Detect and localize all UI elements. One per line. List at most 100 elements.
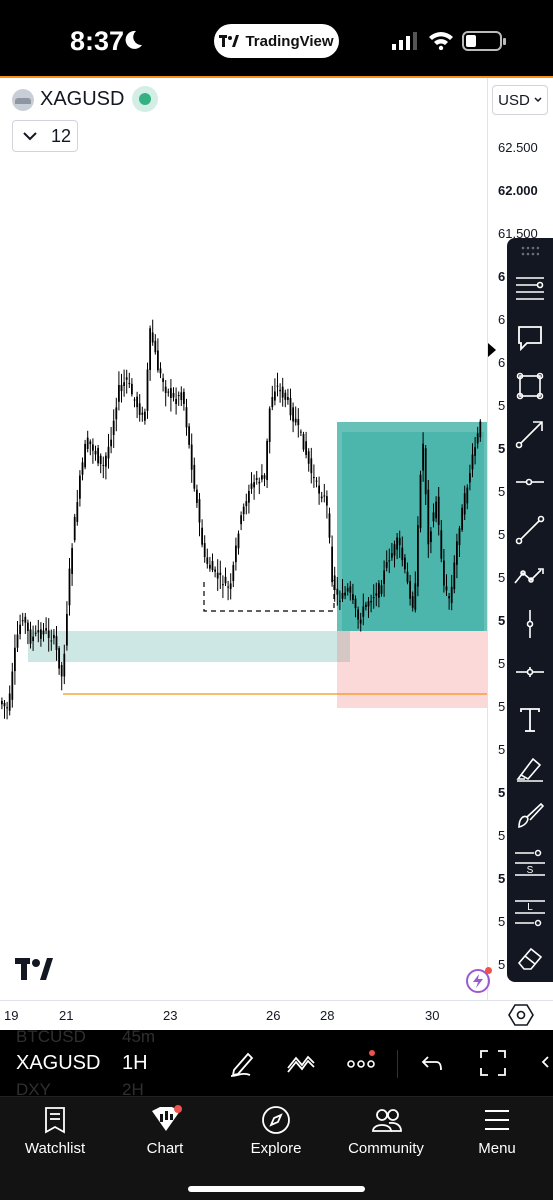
candle-body bbox=[209, 564, 211, 569]
price-chart[interactable] bbox=[0, 78, 487, 1000]
candle-body bbox=[203, 543, 206, 558]
candle-body bbox=[479, 421, 482, 438]
long-position-tool[interactable]: L bbox=[507, 892, 553, 932]
nav-chart[interactable]: Chart bbox=[110, 1097, 220, 1177]
candle-body bbox=[255, 478, 258, 480]
tradingview-pill[interactable]: TradingView bbox=[214, 24, 339, 58]
eraser-tool[interactable] bbox=[507, 938, 553, 978]
candle-body bbox=[456, 541, 458, 565]
candle-body bbox=[284, 392, 287, 400]
candle-body bbox=[53, 634, 55, 639]
symbol-name[interactable]: XAGUSD bbox=[40, 88, 124, 111]
horizontal-lines-tool[interactable] bbox=[507, 268, 553, 308]
path-tool[interactable] bbox=[507, 556, 553, 596]
signal-icon bbox=[392, 32, 417, 50]
indicators-collapse-button[interactable]: 12 bbox=[12, 120, 78, 152]
candle-body bbox=[84, 443, 86, 468]
drag-handle-icon[interactable] bbox=[521, 246, 539, 256]
horizontal-ray-icon bbox=[516, 478, 544, 486]
interval-selector[interactable]: 1H bbox=[122, 1052, 148, 1075]
nav-community[interactable]: Community bbox=[331, 1097, 441, 1177]
candle-body bbox=[63, 653, 66, 677]
nav-label: Explore bbox=[250, 1140, 302, 1157]
candle-body bbox=[458, 528, 461, 546]
cross-line-tool[interactable] bbox=[507, 652, 553, 692]
candle-body bbox=[105, 455, 107, 467]
horizontal-ray-tool[interactable] bbox=[507, 462, 553, 502]
candle-body bbox=[138, 403, 141, 415]
price-label: 5 bbox=[498, 570, 506, 585]
more-icon[interactable] bbox=[346, 1048, 376, 1078]
candle-body bbox=[131, 383, 133, 395]
short-position-tool[interactable]: S bbox=[507, 844, 553, 884]
candle-body bbox=[14, 647, 16, 672]
candle-body bbox=[341, 592, 344, 599]
nav-menu[interactable]: Menu bbox=[442, 1097, 552, 1177]
price-label: 62.000 bbox=[498, 183, 538, 198]
drawing-pen-icon[interactable] bbox=[228, 1048, 258, 1078]
candle-body bbox=[19, 624, 21, 635]
battery-icon bbox=[462, 31, 506, 51]
vertical-line-tool[interactable] bbox=[507, 604, 553, 644]
candle-body bbox=[162, 378, 164, 382]
status-time: 8:37 bbox=[70, 26, 125, 56]
candle-body bbox=[232, 564, 235, 582]
comment-tool[interactable] bbox=[507, 318, 553, 358]
currency-selector[interactable]: USD bbox=[492, 85, 548, 115]
candle-body bbox=[250, 483, 253, 489]
nav-watchlist[interactable]: Watchlist bbox=[0, 1097, 110, 1177]
loss-zone bbox=[337, 631, 487, 708]
highlighter-tool[interactable] bbox=[507, 748, 553, 788]
candle-body bbox=[58, 648, 60, 669]
nav-explore[interactable]: Explore bbox=[221, 1097, 331, 1177]
arrow-tool[interactable] bbox=[507, 414, 553, 454]
candle-body bbox=[401, 547, 404, 561]
candle-body bbox=[60, 665, 63, 677]
candle-body bbox=[76, 502, 79, 522]
candle-body bbox=[318, 485, 320, 494]
brush-tool[interactable] bbox=[507, 796, 553, 836]
candle-body bbox=[214, 569, 216, 572]
candle-body bbox=[263, 475, 266, 479]
text-tool[interactable] bbox=[507, 700, 553, 740]
price-label: 5 bbox=[498, 398, 506, 413]
price-label: 5 bbox=[498, 828, 506, 843]
candle-body bbox=[112, 420, 115, 435]
symbol-selector[interactable]: XAGUSD bbox=[16, 1052, 100, 1075]
candle-body bbox=[268, 408, 271, 442]
candle-body bbox=[40, 629, 42, 639]
undo-icon[interactable] bbox=[418, 1048, 448, 1078]
candle-body bbox=[190, 444, 193, 470]
candle-body bbox=[388, 560, 391, 562]
chart-settings-icon[interactable] bbox=[508, 1003, 534, 1027]
candle-body bbox=[144, 411, 146, 421]
candle-body bbox=[437, 496, 440, 525]
candle-body bbox=[411, 596, 414, 608]
candle-body bbox=[266, 440, 268, 481]
candle-body bbox=[320, 496, 323, 499]
time-scale[interactable]: 19 21 23 26 28 30 bbox=[0, 1000, 553, 1030]
candle-body bbox=[349, 586, 352, 593]
trend-line-tool[interactable] bbox=[507, 510, 553, 550]
candle-body bbox=[185, 407, 188, 428]
candle-body bbox=[92, 444, 94, 451]
prev-interval-ghost: 45m bbox=[122, 1030, 156, 1046]
candle-body bbox=[86, 437, 89, 449]
short-position-icon: S bbox=[515, 849, 545, 876]
redo-icon[interactable] bbox=[538, 1048, 553, 1078]
short-position-label: S bbox=[527, 865, 534, 876]
home-indicator bbox=[188, 1186, 365, 1192]
candle-body bbox=[417, 525, 419, 587]
time-label: 30 bbox=[425, 1008, 440, 1023]
market-status-icon[interactable] bbox=[132, 86, 158, 112]
candle-body bbox=[128, 382, 131, 385]
candle-body bbox=[331, 546, 333, 583]
indicators-icon[interactable] bbox=[286, 1048, 316, 1078]
fullscreen-icon[interactable] bbox=[478, 1048, 508, 1078]
candle-body bbox=[157, 350, 159, 371]
horizontal-lines-icon bbox=[516, 277, 544, 300]
rectangle-tool[interactable] bbox=[507, 366, 553, 406]
price-label: 5 bbox=[498, 484, 506, 499]
lightning-icon[interactable] bbox=[466, 967, 492, 993]
candle-body bbox=[141, 412, 144, 415]
